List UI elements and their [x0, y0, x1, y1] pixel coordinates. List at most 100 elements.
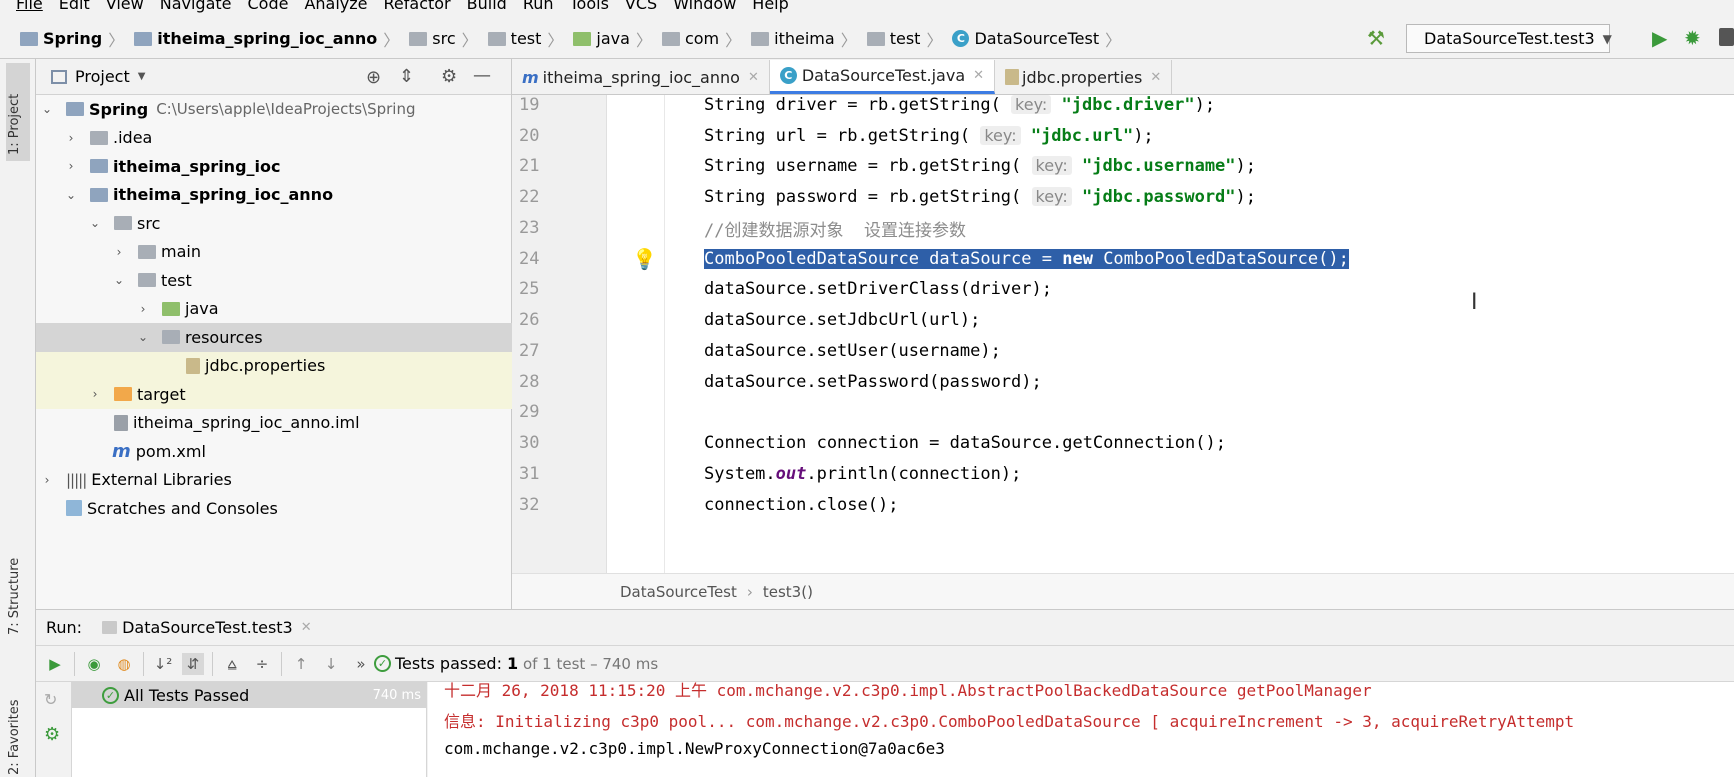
toggle-auto-test-icon[interactable]: ⚙	[44, 724, 60, 745]
tab-jdbc-properties[interactable]: jdbc.properties ✕	[995, 60, 1173, 94]
tree-item-external-libraries[interactable]: › ||||| External Libraries	[36, 466, 512, 495]
tree-item-pom[interactable]: m pom.xml	[36, 437, 512, 466]
menu-bar: File Edit View Navigate Code Analyze Ref…	[0, 0, 1734, 18]
close-icon[interactable]: ✕	[973, 68, 984, 83]
menu-vcs[interactable]: VCS	[625, 0, 657, 14]
chevron-down-icon[interactable]: ⌄	[64, 188, 78, 202]
rerun-icon[interactable]: ▶	[44, 653, 66, 675]
breadcrumb-itheima[interactable]: itheima 〉	[751, 27, 863, 51]
collapse-all-icon[interactable]: ⇕	[399, 66, 414, 87]
tree-item-test[interactable]: ⌄ test	[36, 266, 512, 295]
excluded-folder-icon	[114, 387, 132, 402]
tree-item-iml[interactable]: itheima_spring_ioc_anno.iml	[36, 409, 512, 438]
chevron-down-icon[interactable]: ⌄	[136, 330, 150, 344]
editor-breadcrumb-class[interactable]: DataSourceTest	[620, 583, 737, 601]
collapse-all-icon[interactable]: ÷	[251, 653, 273, 675]
chevron-down-icon[interactable]: ▼	[138, 71, 146, 82]
tree-item-jdbc-properties[interactable]: jdbc.properties	[36, 351, 512, 380]
properties-file-icon	[186, 357, 200, 374]
tab-datasourcetest[interactable]: C DataSourceTest.java ✕	[769, 60, 996, 94]
favorites-tool-tab[interactable]: 2: Favorites	[7, 689, 29, 775]
chevron-right-icon[interactable]: ›	[64, 131, 78, 145]
tree-item-ioc[interactable]: › itheima_spring_ioc	[36, 152, 512, 181]
passed-check-icon: ✓	[102, 686, 119, 704]
chevron-right-icon[interactable]: ›	[136, 302, 150, 316]
breadcrumb-separator: 〉	[725, 30, 742, 50]
code-view[interactable]: 19 String driver = rb.getString( key: "jd…	[512, 95, 1734, 573]
chevron-right-icon[interactable]: ›	[88, 387, 102, 401]
sort-duration-icon[interactable]: ⇵	[182, 652, 204, 675]
chevron-down-icon[interactable]: ⌄	[40, 102, 54, 116]
chevron-right-icon[interactable]: ›	[40, 473, 54, 487]
menu-window[interactable]: Window	[673, 0, 736, 14]
test-tree-item[interactable]: ✓ All Tests Passed 740 ms	[72, 682, 427, 708]
tree-item-src[interactable]: ⌄ src	[36, 209, 512, 238]
build-hammer-icon[interactable]: ⚒	[1367, 27, 1389, 49]
hide-icon[interactable]: —	[473, 65, 491, 86]
tree-item-resources[interactable]: ⌄ resources	[36, 323, 512, 352]
show-ignored-icon[interactable]: ◍	[113, 653, 135, 675]
run-icon[interactable]: ▶	[1652, 26, 1667, 50]
menu-run[interactable]: Run	[523, 0, 554, 14]
menu-code[interactable]: Code	[248, 0, 289, 14]
tree-item-ioc-anno[interactable]: ⌄ itheima_spring_ioc_anno	[36, 181, 512, 210]
more-icon[interactable]: »	[350, 653, 372, 675]
menu-edit[interactable]: Edit	[59, 0, 90, 14]
breadcrumb-src[interactable]: src 〉	[409, 27, 483, 51]
passed-check-icon: ✓	[374, 655, 391, 672]
chevron-down-icon[interactable]: ⌄	[88, 216, 102, 230]
breadcrumb-class[interactable]: C DataSourceTest 〉	[952, 27, 1127, 51]
breadcrumb-test[interactable]: test 〉	[487, 27, 570, 51]
locate-icon[interactable]: ⊕	[366, 67, 381, 88]
close-icon[interactable]: ✕	[748, 70, 759, 85]
menu-refactor[interactable]: Refactor	[384, 0, 451, 14]
run-config-select[interactable]: DataSourceTest.test3 ▼	[1406, 24, 1612, 53]
structure-tool-tab[interactable]: 7: Structure	[7, 549, 29, 635]
chevron-down-icon[interactable]: ⌄	[112, 273, 126, 287]
close-icon[interactable]: ✕	[301, 620, 312, 635]
editor-breadcrumb-method[interactable]: test3()	[763, 583, 813, 601]
debug-icon[interactable]: ✹	[1684, 26, 1701, 50]
tree-item-target[interactable]: › target	[36, 380, 512, 409]
tree-item-idea[interactable]: › .idea	[36, 124, 512, 153]
project-panel-title[interactable]: Project	[75, 67, 130, 86]
tab-pom[interactable]: m itheima_spring_ioc_anno ✕	[512, 60, 770, 94]
breadcrumb-com[interactable]: com 〉	[661, 27, 747, 51]
next-icon[interactable]: ↓	[320, 653, 342, 675]
tree-item-main[interactable]: › main	[36, 238, 512, 267]
code-line: 23//创建数据源对象 设置连接参数	[512, 211, 1734, 245]
breadcrumb-test-package[interactable]: test 〉	[866, 27, 949, 51]
rerun-failed-icon[interactable]: ↻	[44, 690, 57, 709]
expand-all-icon[interactable]: ⩠	[221, 653, 243, 675]
console-output[interactable]: 十二月 26, 2018 11:15:20 上午 com.mchange.v2.…	[428, 682, 1734, 777]
menu-navigate[interactable]: Navigate	[160, 0, 232, 14]
run-tab[interactable]: DataSourceTest.test3 ✕	[102, 618, 312, 637]
tree-item-java[interactable]: › java	[36, 295, 512, 324]
parameter-hint: key:	[1011, 95, 1052, 114]
module-folder-icon	[90, 187, 108, 202]
menu-tools[interactable]: Tools	[570, 0, 609, 14]
breadcrumb-separator: 〉	[1105, 30, 1122, 50]
scratches-icon	[66, 500, 82, 517]
sort-alpha-icon[interactable]: ↓²	[152, 653, 174, 675]
show-passed-icon[interactable]: ◉	[83, 653, 105, 675]
coverage-icon[interactable]	[1719, 28, 1734, 46]
tree-item-spring[interactable]: ⌄ Spring C:\Users\apple\IdeaProjects\Sprin…	[36, 95, 512, 124]
project-panel-header: Project ▼ ⊕ ⇕ ⚙ —	[36, 59, 511, 95]
chevron-right-icon[interactable]: ›	[64, 159, 78, 173]
menu-help[interactable]: Help	[752, 0, 788, 14]
close-icon[interactable]: ✕	[1150, 70, 1161, 85]
menu-build[interactable]: Build	[467, 0, 507, 14]
menu-view[interactable]: View	[106, 0, 144, 14]
menu-analyze[interactable]: Analyze	[304, 0, 367, 14]
lightbulb-icon[interactable]: 💡	[632, 247, 657, 271]
breadcrumb-module[interactable]: itheima_spring_ioc_anno 〉	[134, 27, 405, 51]
tree-item-scratches[interactable]: Scratches and Consoles	[36, 494, 512, 523]
gear-icon[interactable]: ⚙	[441, 66, 457, 87]
menu-file[interactable]: File	[16, 0, 43, 14]
chevron-right-icon[interactable]: ›	[112, 245, 126, 259]
previous-icon[interactable]: ↑	[290, 653, 312, 675]
breadcrumb-java[interactable]: java 〉	[573, 27, 658, 51]
code-line: 29	[519, 402, 540, 422]
breadcrumb-spring[interactable]: Spring 〉	[20, 27, 130, 51]
